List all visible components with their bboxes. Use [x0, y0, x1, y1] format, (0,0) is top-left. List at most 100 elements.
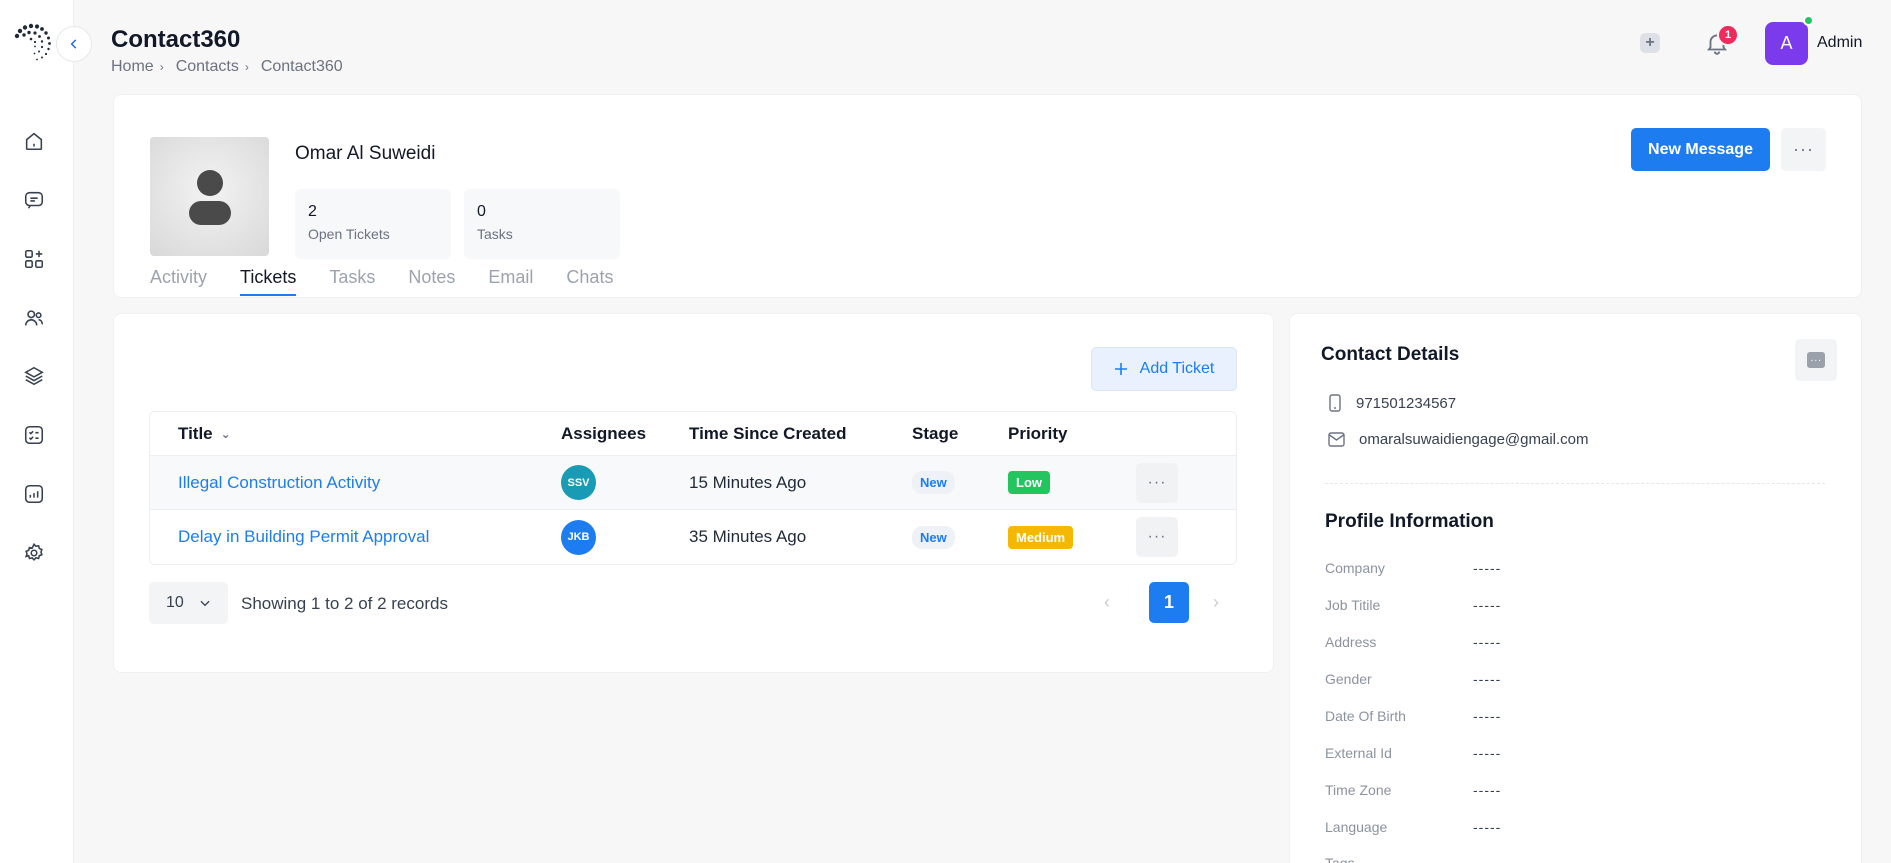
contact-details-panel: Contact Details ··· 971501234567 omarals… [1289, 313, 1862, 863]
collapse-sidebar-button[interactable] [56, 26, 92, 62]
row-actions-button[interactable]: ··· [1136, 462, 1178, 503]
info-row-date-of-birth: Date Of Birth ----- [1325, 708, 1501, 724]
app-logo[interactable] [12, 22, 54, 64]
ticket-title-link[interactable]: Illegal Construction Activity [178, 473, 380, 493]
user-avatar[interactable]: A [1765, 22, 1808, 65]
field-label: Job Titile [1325, 597, 1381, 613]
next-page-button[interactable]: › [1213, 592, 1219, 613]
users-icon[interactable] [20, 304, 48, 332]
info-row-job-title: Job Titile ----- [1325, 597, 1501, 613]
layers-icon[interactable] [20, 362, 48, 390]
contact-photo [150, 137, 269, 256]
field-value: ----- [1473, 782, 1502, 798]
info-row-external-id: External Id ----- [1325, 745, 1501, 761]
field-label: Address [1325, 634, 1377, 650]
tab-email[interactable]: Email [488, 267, 533, 296]
time-since-created: 35 Minutes Ago [689, 527, 807, 546]
breadcrumb-home[interactable]: Home [111, 58, 154, 76]
breadcrumb-contacts[interactable]: Contacts [176, 58, 239, 76]
page-title: Contact360 [111, 26, 241, 53]
table-row[interactable]: Illegal Construction Activity SSV 15 Min… [150, 456, 1236, 510]
info-row-gender: Gender ----- [1325, 671, 1501, 687]
stage-badge: New [912, 525, 955, 549]
mail-icon [1328, 432, 1345, 447]
assignee-avatar[interactable]: JKB [561, 519, 596, 555]
column-assignees: Assignees [561, 423, 647, 443]
contact-profile-card: Omar Al Suweidi 2 Open Tickets 0 Tasks N… [113, 94, 1862, 298]
contact-name: Omar Al Suweidi [295, 143, 436, 164]
table-header: Title ⌄ Assignees Time Since Created Sta… [150, 412, 1236, 456]
stage-badge: New [912, 471, 955, 494]
contact-phone[interactable]: 971501234567 [1356, 395, 1456, 412]
tab-notes[interactable]: Notes [408, 267, 455, 296]
profile-information-title: Profile Information [1325, 511, 1494, 532]
stat-value: 0 [477, 203, 486, 220]
column-priority: Priority [1008, 423, 1068, 443]
contact-details-more-button[interactable]: ··· [1795, 339, 1837, 381]
field-value: ----- [1473, 745, 1502, 761]
stat-label: Tasks [477, 226, 513, 242]
tasks-stat: 0 Tasks [464, 189, 620, 259]
info-row-company: Company ----- [1325, 560, 1501, 576]
chevron-right-icon: › [159, 60, 164, 74]
field-value: ----- [1473, 560, 1502, 576]
add-ticket-button[interactable]: Add Ticket [1091, 347, 1237, 391]
divider [1325, 483, 1825, 484]
online-status-dot [1803, 15, 1814, 26]
breadcrumb-current: Contact360 [260, 58, 343, 75]
user-silhouette-icon [188, 169, 231, 225]
contact-details-title: Contact Details [1321, 344, 1460, 365]
ticket-title-link[interactable]: Delay in Building Permit Approval [178, 527, 429, 547]
info-row-address: Address ----- [1325, 634, 1501, 650]
notification-count-badge: 1 [1717, 24, 1739, 46]
analytics-icon[interactable] [20, 480, 48, 508]
table-row[interactable]: Delay in Building Permit Approval JKB 35… [150, 510, 1236, 564]
new-message-button[interactable]: New Message [1631, 128, 1770, 171]
field-label: Tags [1325, 855, 1355, 863]
field-label: Gender [1325, 671, 1372, 687]
field-label: Language [1325, 819, 1388, 835]
tab-chats[interactable]: Chats [566, 267, 613, 296]
chat-icon[interactable] [20, 186, 48, 214]
settings-icon[interactable] [20, 539, 48, 567]
previous-page-button[interactable]: ‹ [1104, 592, 1110, 613]
phone-icon [1329, 394, 1341, 412]
chevron-right-icon: › [244, 60, 249, 74]
row-actions-button[interactable]: ··· [1136, 517, 1178, 557]
field-label: Company [1325, 560, 1385, 576]
info-row-tags: Tags [1325, 855, 1473, 863]
add-ticket-label: Add Ticket [1139, 360, 1215, 377]
field-value: ----- [1473, 671, 1502, 687]
tab-tasks[interactable]: Tasks [329, 267, 375, 296]
assignee-avatar[interactable]: SSV [561, 465, 596, 500]
time-since-created: 15 Minutes Ago [689, 472, 807, 492]
page-size-select[interactable]: 10 [149, 582, 228, 624]
more-icon: ··· [1807, 352, 1825, 368]
tickets-panel: Add Ticket Title ⌄ Assignees Time Since … [113, 313, 1274, 673]
plus-icon: + [1645, 34, 1655, 51]
plus-icon [1114, 363, 1127, 375]
profile-more-button[interactable]: ··· [1781, 128, 1826, 171]
tab-tickets[interactable]: Tickets [240, 267, 297, 296]
contact-email[interactable]: omaralsuwaidiengage@gmail.com [1359, 431, 1589, 448]
column-time-since-created: Time Since Created [689, 423, 847, 443]
checklist-icon[interactable] [20, 421, 48, 449]
field-label: External Id [1325, 745, 1392, 761]
column-title[interactable]: Title ⌄ [178, 424, 231, 444]
chevron-down-icon[interactable]: ⌄ [221, 427, 231, 441]
field-value: ----- [1473, 819, 1502, 835]
chevron-down-icon [200, 600, 210, 607]
home-icon[interactable] [20, 127, 48, 155]
contact-tabs: Activity Tickets Tasks Notes Email Chats [150, 267, 646, 296]
apps-add-icon[interactable] [20, 245, 48, 273]
tickets-table: Title ⌄ Assignees Time Since Created Sta… [149, 411, 1237, 565]
sidebar [0, 0, 74, 863]
quick-add-button[interactable]: + [1640, 33, 1660, 53]
page-number-button[interactable]: 1 [1149, 582, 1189, 623]
field-label: Time Zone [1325, 782, 1392, 798]
tab-activity[interactable]: Activity [150, 267, 207, 296]
column-stage: Stage [912, 423, 959, 443]
priority-badge: Low [1008, 471, 1050, 494]
info-row-language: Language ----- [1325, 819, 1501, 835]
user-name[interactable]: Admin [1817, 34, 1862, 52]
